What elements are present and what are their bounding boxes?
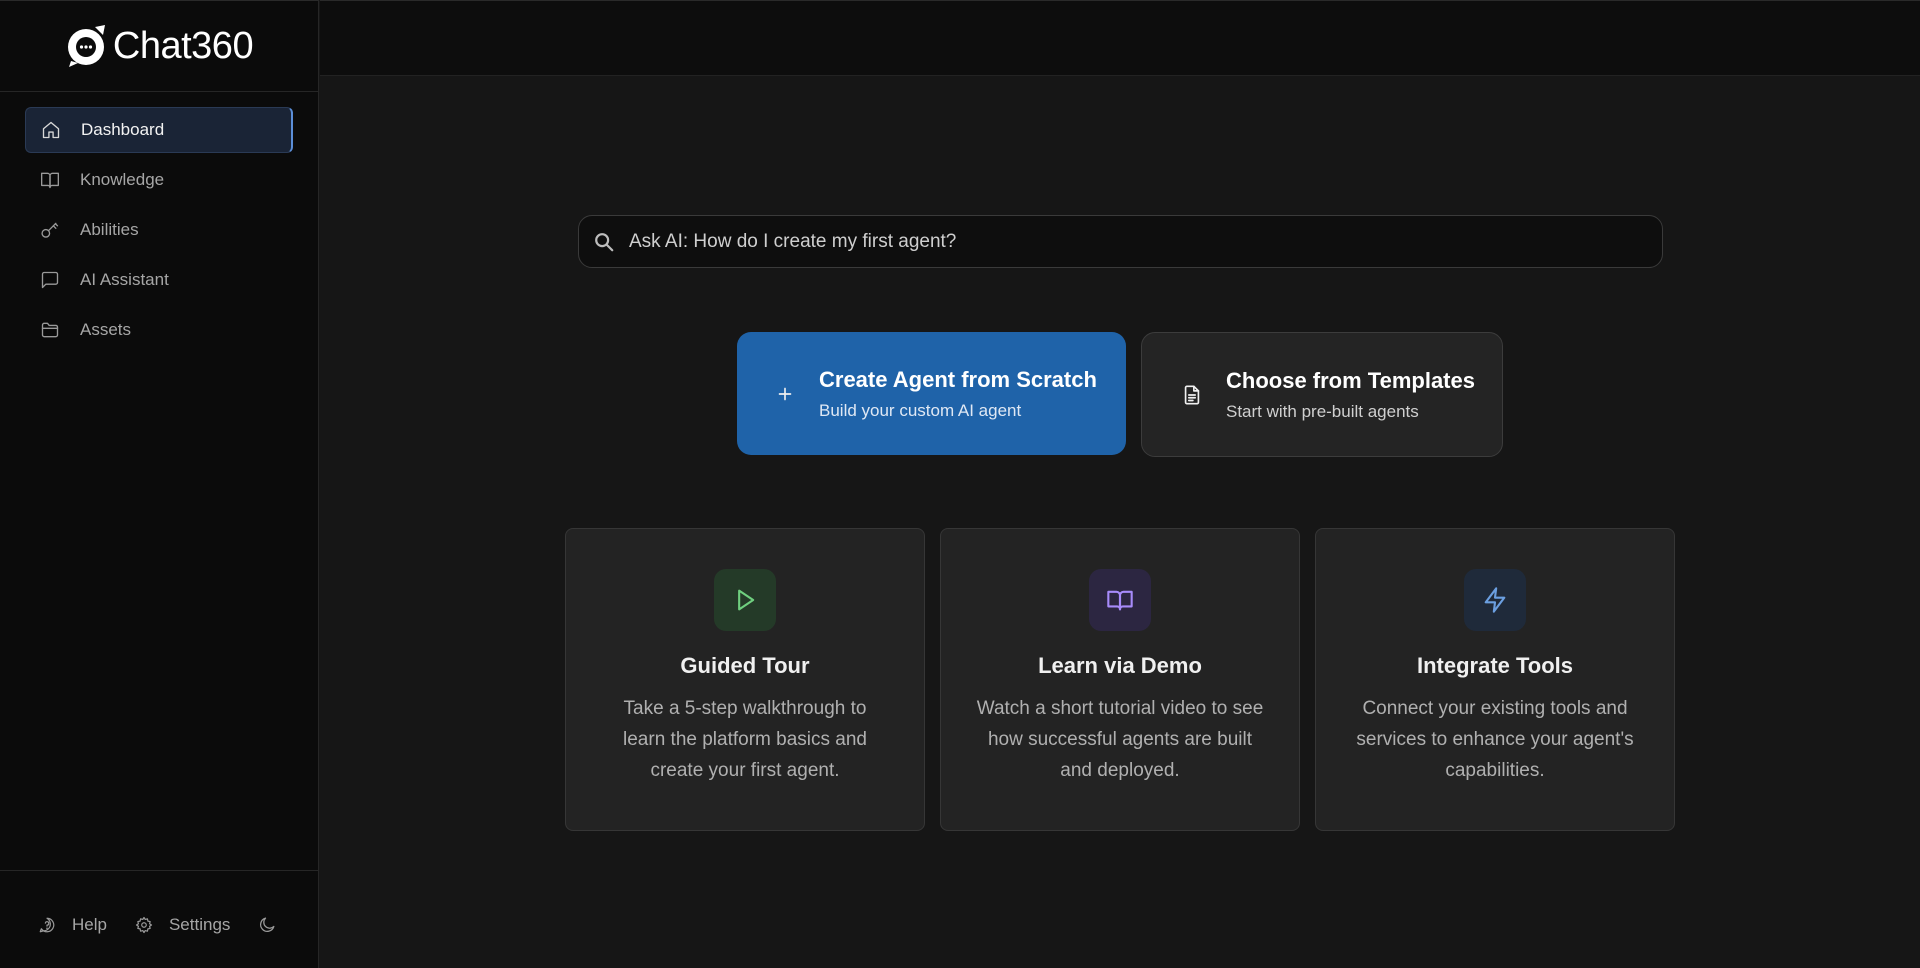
sidebar-nav: Dashboard Knowledge Abilities AI Assista… (0, 92, 318, 353)
settings-button[interactable]: Settings (135, 915, 230, 935)
card-description: Watch a short tutorial video to see how … (976, 698, 1264, 781)
sidebar-item-label: Abilities (80, 220, 139, 239)
choose-templates-title: Choose from Templates (1226, 367, 1475, 393)
sidebar-item-abilities[interactable]: Abilities (25, 207, 293, 253)
create-agent-button[interactable]: Create Agent from Scratch Build your cus… (737, 332, 1126, 455)
choose-templates-button[interactable]: Choose from Templates Start with pre-bui… (1141, 332, 1503, 457)
card-description: Take a 5-step walkthrough to learn the p… (623, 698, 867, 781)
settings-label: Settings (168, 914, 231, 934)
card-description: Connect your existing tools and services… (1356, 698, 1634, 781)
key-icon (39, 219, 61, 241)
search-input[interactable] (629, 230, 1629, 253)
book-open-icon (1089, 569, 1151, 631)
gear-icon (135, 916, 153, 933)
help-label: Help (72, 914, 107, 934)
card-title: Learn via Demo (1038, 653, 1202, 678)
play-icon (714, 569, 776, 631)
sidebar-item-label: Assets (80, 320, 132, 339)
integrate-tools-card[interactable]: Integrate Tools Connect your existing to… (1315, 528, 1675, 831)
card-title: Integrate Tools (1416, 653, 1574, 678)
logo-text: Chat360 (112, 24, 254, 67)
sidebar-item-dashboard[interactable]: Dashboard (25, 107, 293, 153)
book-icon (39, 169, 61, 191)
sidebar-footer: Help Settings (0, 870, 318, 968)
chat-logo-icon (67, 25, 105, 67)
search-icon (595, 232, 614, 251)
help-button[interactable]: Help (38, 915, 107, 935)
sidebar-item-ai-assistant[interactable]: AI Assistant (25, 257, 293, 303)
sidebar: Chat360 Dashboard Knowledge Abilities AI… (0, 0, 319, 968)
zap-icon (1464, 569, 1526, 631)
logo[interactable]: Chat360 (65, 23, 254, 69)
learn-via-demo-card[interactable]: Learn via Demo Watch a short tutorial vi… (940, 528, 1300, 831)
home-icon (40, 119, 62, 141)
top-bar (320, 0, 1920, 76)
guided-tour-card[interactable]: Guided Tour Take a 5-step walkthrough to… (565, 528, 925, 831)
sidebar-item-label: AI Assistant (80, 270, 169, 289)
file-text-icon (1178, 384, 1206, 406)
create-agent-subtitle: Build your custom AI agent (819, 400, 1022, 420)
ask-ai-search[interactable] (578, 215, 1663, 268)
card-title: Guided Tour (680, 653, 810, 678)
logo-area: Chat360 (0, 1, 318, 92)
sidebar-item-knowledge[interactable]: Knowledge (25, 157, 293, 203)
sidebar-item-label: Knowledge (80, 170, 165, 189)
moon-icon (260, 917, 275, 932)
choose-templates-subtitle: Start with pre-built agents (1226, 401, 1419, 421)
sidebar-item-assets[interactable]: Assets (25, 307, 293, 353)
folder-icon (39, 319, 61, 341)
plus-icon (771, 383, 799, 405)
help-icon (39, 917, 55, 932)
theme-toggle-button[interactable] (258, 915, 277, 934)
sidebar-item-label: Dashboard (81, 120, 165, 139)
create-agent-title: Create Agent from Scratch (819, 366, 1097, 392)
message-square-icon (39, 269, 61, 291)
